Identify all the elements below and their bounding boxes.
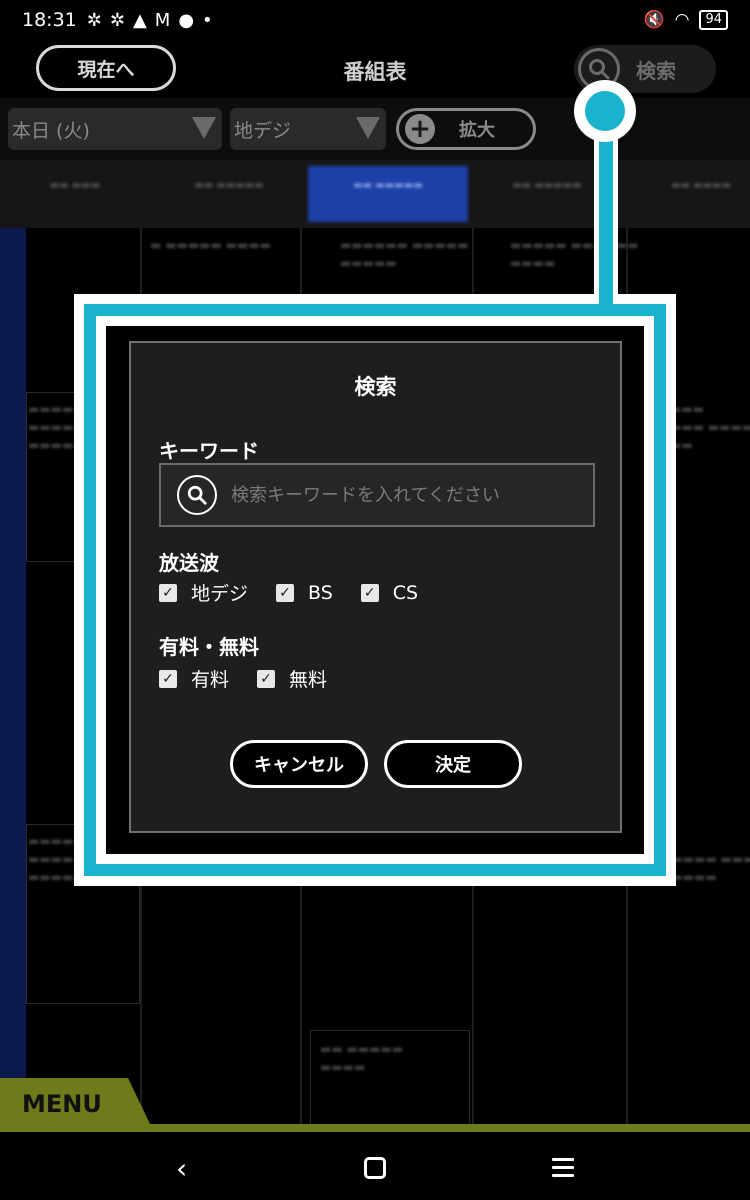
channel-header: ▬▬ ▬▬▬ — [49, 180, 101, 191]
zoom-button[interactable]: + 拡大 — [396, 108, 536, 150]
zoom-button-label: 拡大 — [459, 120, 495, 141]
checkmark-icon: ✓ — [276, 583, 295, 602]
filter-bar: 本日 (火) 地デジ + 拡大 — [0, 98, 750, 160]
wifi-icon: ◠ — [674, 10, 690, 30]
keyword-input[interactable] — [231, 484, 571, 506]
menu-button[interactable]: MENU — [0, 1078, 150, 1124]
channel-row: ▬▬ ▬▬▬ ▬▬ ▬▬▬▬▬ ▬▬ ▬▬▬▬▬ ▬▬ ▬▬▬▬▬ ▬▬ ▬▬▬… — [0, 160, 750, 228]
channel-header: ▬▬ ▬▬▬▬▬ — [308, 166, 468, 222]
chevron-down-icon — [356, 117, 380, 139]
back-icon[interactable]: ‹ — [176, 1152, 187, 1185]
checkbox-terrestrial[interactable]: ✓ 地デジ — [159, 579, 248, 606]
checkmark-icon: ✓ — [159, 583, 177, 602]
time-column — [0, 228, 26, 1130]
battery-icon: 94 — [699, 10, 728, 30]
day-select-value: 本日 (火) — [12, 119, 90, 142]
broadcast-select-value: 地デジ — [234, 119, 292, 142]
search-dialog: 検索 キーワード 放送波 ✓ 地デジ ✓ BS ✓ CS 有料・無料 ✓ 有料 … — [129, 341, 622, 833]
confirm-button[interactable]: 決定 — [384, 740, 522, 788]
search-icon — [177, 475, 217, 515]
menu-bar — [0, 1124, 750, 1132]
home-icon[interactable] — [364, 1157, 386, 1179]
plus-icon: + — [405, 114, 435, 144]
checkbox-label: 地デジ — [191, 583, 249, 605]
keyword-label: キーワード — [159, 439, 259, 463]
checkbox-label: CS — [392, 581, 419, 604]
checkbox-paid[interactable]: ✓ 有料 — [159, 665, 229, 692]
broadcast-label: 放送波 — [159, 551, 219, 575]
fee-options: ✓ 有料 ✓ 無料 — [159, 665, 355, 692]
gear-icon: ✲ — [86, 9, 102, 31]
checkmark-icon: ✓ — [257, 669, 276, 688]
checkmark-icon: ✓ — [159, 669, 177, 688]
broadcast-options: ✓ 地デジ ✓ BS ✓ CS — [159, 579, 446, 606]
day-select[interactable]: 本日 (火) — [8, 108, 222, 150]
mail-icon: M — [154, 9, 171, 31]
dialog-title: 検索 — [354, 375, 397, 399]
channel-header: ▬▬ ▬▬▬▬▬ — [194, 180, 264, 191]
checkbox-label: 無料 — [289, 669, 328, 691]
mute-icon: 🔇 — [643, 10, 665, 30]
status-time: 18:31 — [22, 9, 77, 31]
gear-icon: ✲ — [109, 9, 125, 31]
channel-header: ▬▬ ▬▬▬▬ — [671, 180, 731, 191]
recents-icon[interactable] — [552, 1158, 574, 1182]
status-bar: 18:31 ✲ ✲ ▲ M ● • 🔇 ◠ 94 — [0, 0, 750, 40]
app-header: 現在へ 番組表 検索 — [0, 40, 750, 98]
cancel-button[interactable]: キャンセル — [230, 740, 368, 788]
keyword-field[interactable] — [159, 463, 595, 527]
alert-icon: ▲ — [132, 9, 147, 31]
fee-label: 有料・無料 — [159, 635, 259, 659]
checkbox-bs[interactable]: ✓ BS — [276, 582, 333, 604]
checkbox-cs[interactable]: ✓ CS — [360, 581, 419, 604]
keyhole-icon: ● — [178, 9, 195, 31]
now-button[interactable]: 現在へ — [36, 45, 176, 91]
search-button-label: 検索 — [636, 58, 676, 83]
broadcast-select[interactable]: 地デジ — [230, 108, 386, 150]
checkmark-icon: ✓ — [360, 583, 379, 602]
callout-dot — [574, 80, 636, 142]
checkbox-free[interactable]: ✓ 無料 — [257, 665, 327, 692]
checkbox-label: 有料 — [191, 669, 230, 691]
system-nav-bar: ‹ — [0, 1132, 750, 1200]
chevron-down-icon — [192, 117, 216, 139]
dot-icon: • — [202, 9, 213, 31]
checkbox-label: BS — [308, 581, 333, 604]
